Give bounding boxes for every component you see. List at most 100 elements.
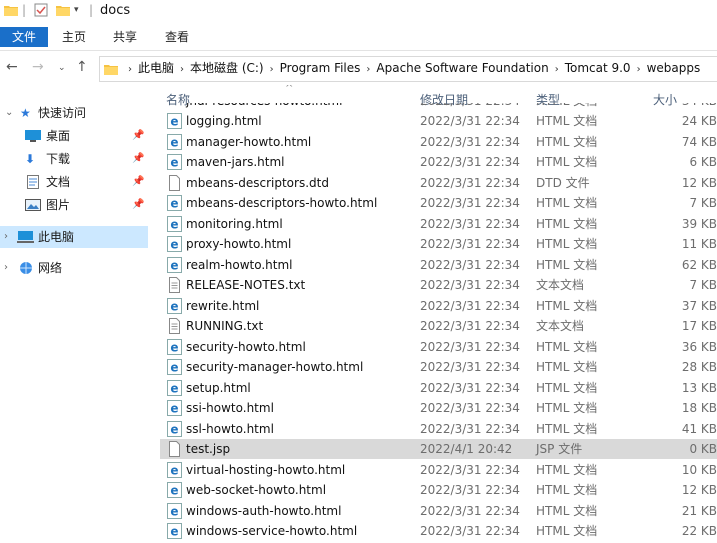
file-type: HTML 文档 [536, 155, 598, 169]
tab-home[interactable]: 主页 [54, 27, 94, 47]
html-file-icon: e [167, 379, 182, 396]
forward-arrow-icon[interactable]: → [32, 59, 44, 75]
chevron-right-icon[interactable]: › [549, 64, 565, 75]
ribbon-tabs: 文件 主页 共享 查看 [0, 24, 717, 50]
svg-text:e: e [170, 361, 178, 375]
navigation-pane: ⌄ ★ 快速访问 桌面 📌 ⬇ 下载 📌 文档 📌 图片 📌 › 此电脑 › 网… [0, 85, 148, 543]
svg-text:e: e [170, 402, 178, 416]
new-folder-icon[interactable] [56, 4, 70, 16]
table-row[interactable]: e windows-auth-howto.html 2022/3/31 22:34 H… [160, 501, 717, 521]
svg-text:e: e [170, 484, 178, 498]
table-row[interactable]: e setup.html 2022/3/31 22:34 HTML 文档 13 KB [160, 378, 717, 398]
svg-text:e: e [170, 422, 178, 436]
nav-item-this-pc[interactable]: › 此电脑 [0, 226, 148, 248]
download-icon: ⬇ [25, 152, 36, 166]
address-bar[interactable]: › 此电脑 › 本地磁盘 (C:) › Program Files › Apache Soft… [99, 56, 717, 82]
breadcrumb-program-files[interactable]: Program Files [280, 57, 361, 81]
pin-icon: 📌 [132, 130, 145, 141]
file-type: DTD 文件 [536, 175, 590, 190]
breadcrumb-apache[interactable]: Apache Software Foundation [376, 57, 548, 81]
table-row[interactable]: e windows-service-howto.html 2022/3/31 22:… [160, 521, 717, 541]
file-icon [167, 441, 182, 457]
chevron-down-icon[interactable]: ⌄ [5, 102, 13, 124]
table-row[interactable]: e virtual-hosting-howto.html 2022/3/31 22:… [160, 460, 717, 480]
nav-item-pictures[interactable]: 图片 📌 [0, 194, 148, 216]
file-type: HTML 文档 [536, 503, 598, 518]
folder-icon [104, 64, 118, 75]
desktop-icon [25, 130, 41, 142]
up-arrow-icon[interactable]: ↑ [76, 59, 88, 75]
breadcrumb-tomcat[interactable]: Tomcat 9.0 [565, 57, 631, 81]
computer-icon [17, 231, 34, 243]
table-row[interactable]: e proxy-howto.html 2022/3/31 22:34 HTML 文档 1… [160, 234, 717, 254]
chevron-right-icon[interactable]: › [631, 64, 647, 75]
file-date: 2022/3/31 22:34 [420, 339, 520, 354]
nav-item-label: 图片 [46, 198, 71, 212]
file-type: HTML 文档 [536, 257, 598, 272]
nav-item-network[interactable]: › 网络 [0, 257, 148, 279]
chevron-right-icon[interactable]: › [122, 64, 138, 75]
file-type: HTML 文档 [536, 462, 598, 477]
file-date: 2022/3/31 22:34 [420, 462, 520, 477]
table-row-partial[interactable]: jndi-resources-howto.html 2022/3/31 22:3… [160, 103, 717, 111]
html-file-icon: e [167, 400, 182, 416]
back-arrow-icon[interactable]: ← [6, 59, 18, 75]
file-date: 2022/3/31 22:34 [420, 360, 520, 374]
file-list: ^ 名称 修改日期 类型 大小 jndi-resources-howto.htm… [160, 85, 717, 543]
table-row[interactable]: e ssi-howto.html 2022/3/31 22:34 HTML 文档 18 … [160, 398, 717, 418]
table-row[interactable]: e manager-howto.html 2022/3/31 22:34 HTML 文… [160, 132, 717, 152]
nav-item-quick-access[interactable]: ⌄ ★ 快速访问 [0, 102, 148, 124]
properties-icon[interactable] [34, 3, 48, 17]
file-size: 21 KB [681, 503, 717, 518]
table-row[interactable]: mbeans-descriptors.dtd 2022/3/31 22:34 DTD… [160, 173, 717, 193]
network-icon [20, 262, 32, 274]
breadcrumb-webapps[interactable]: webapps [647, 57, 701, 81]
file-name: jndi-resources-howto.html [186, 103, 342, 111]
file-icon [167, 174, 182, 191]
table-row[interactable]: e realm-howto.html 2022/3/31 22:34 HTML 文档 6… [160, 255, 717, 275]
chevron-right-icon[interactable]: › [360, 64, 376, 75]
file-type: HTML 文档 [536, 380, 598, 395]
file-type: 文本文档 [536, 319, 585, 333]
html-file-icon: e [167, 502, 182, 519]
table-row[interactable]: test.jsp 2022/4/1 20:42 JSP 文件 0 KB [160, 439, 717, 459]
chevron-right-icon[interactable]: › [264, 64, 280, 75]
tab-file[interactable]: 文件 [0, 27, 48, 47]
recent-locations-chevron-icon[interactable]: ⌄ [58, 63, 66, 73]
html-file-icon: e [167, 133, 182, 150]
table-row[interactable]: e mbeans-descriptors-howto.html 2022/3/31 … [160, 193, 717, 213]
table-row[interactable]: e ssl-howto.html 2022/3/31 22:34 HTML 文档 41 … [160, 419, 717, 439]
svg-text:e: e [170, 217, 178, 231]
file-type: HTML 文档 [536, 483, 598, 497]
html-file-icon: e [167, 215, 182, 232]
table-row[interactable]: e maven-jars.html 2022/3/31 22:34 HTML 文档 6 … [160, 152, 717, 172]
file-name: windows-service-howto.html [186, 524, 358, 538]
file-size: 10 KB [681, 462, 717, 477]
breadcrumb-local-disk[interactable]: 本地磁盘 (C:) [190, 57, 264, 81]
nav-item-desktop[interactable]: 桌面 📌 [0, 125, 148, 147]
breadcrumb-this-pc[interactable]: 此电脑 [138, 57, 174, 81]
file-name: mbeans-descriptors.dtd [186, 175, 329, 190]
nav-item-documents[interactable]: 文档 📌 [0, 171, 148, 193]
file-type: JSP 文件 [536, 442, 583, 456]
file-size: 18 KB [681, 401, 717, 415]
tab-share[interactable]: 共享 [105, 27, 145, 47]
table-row[interactable]: e security-manager-howto.html 2022/3/31 22… [160, 357, 717, 377]
chevron-right-icon[interactable]: › [4, 226, 8, 248]
window-title: docs [100, 3, 131, 18]
qat-dropdown-icon[interactable]: ▾ [74, 5, 79, 15]
table-row[interactable]: e monitoring.html 2022/3/31 22:34 HTML 文档 39… [160, 214, 717, 234]
table-row[interactable]: RELEASE-NOTES.txt 2022/3/31 22:34 文本文档 7 KB [160, 275, 717, 295]
nav-item-downloads[interactable]: ⬇ 下载 📌 [0, 148, 148, 170]
file-name: web-socket-howto.html [186, 483, 327, 497]
table-row[interactable]: e security-howto.html 2022/3/31 22:34 HTML … [160, 337, 717, 357]
chevron-right-icon[interactable]: › [174, 64, 190, 75]
nav-item-label: 此电脑 [38, 230, 75, 244]
table-row[interactable]: RUNNING.txt 2022/3/31 22:34 文本文档 17 KB [160, 316, 717, 336]
chevron-right-icon[interactable]: › [4, 257, 8, 279]
file-size: 24 KB [681, 114, 717, 128]
table-row[interactable]: e web-socket-howto.html 2022/3/31 22:34 HTM… [160, 480, 717, 500]
tab-view[interactable]: 查看 [157, 27, 197, 47]
table-row[interactable]: e logging.html 2022/3/31 22:34 HTML 文档 24 KB [160, 111, 717, 131]
table-row[interactable]: e rewrite.html 2022/3/31 22:34 HTML 文档 37 KB [160, 296, 717, 316]
